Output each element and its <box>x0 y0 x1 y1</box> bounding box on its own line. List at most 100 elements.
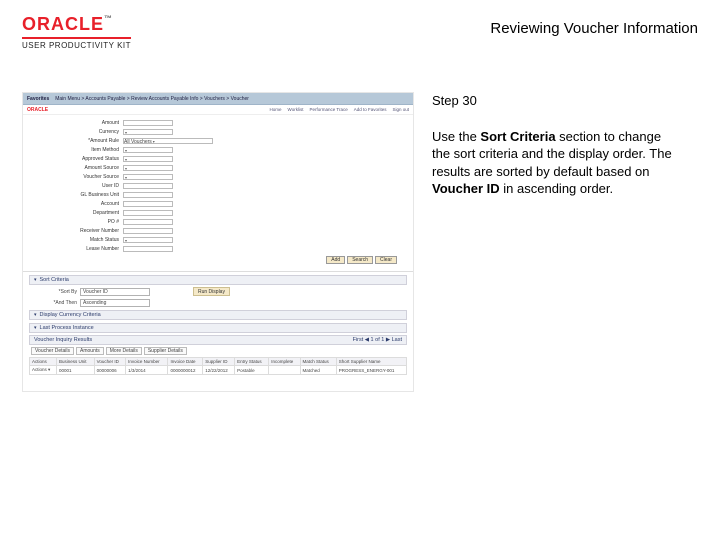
lbl-amount-rule: *Amount Rule <box>63 138 119 144</box>
lbl-currency: Currency <box>63 129 119 135</box>
search-form: Amount Currency *Amount Rule All Vouchers… <box>23 115 413 272</box>
cell-supplier-id: 12/22/2012 <box>203 366 235 375</box>
col-short-supplier[interactable]: Short Supplier Name <box>336 358 406 366</box>
nav-signout[interactable]: Sign out <box>392 107 409 112</box>
col-bu[interactable]: Business Unit <box>56 358 94 366</box>
cell-invoice-date: 0000000012 <box>168 366 203 375</box>
bold-sort-criteria: Sort Criteria <box>480 129 555 144</box>
col-actions[interactable]: Actions <box>30 358 57 366</box>
page-title: Reviewing Voucher Information <box>490 14 698 37</box>
gl-bu-input[interactable] <box>123 192 173 198</box>
approved-select[interactable] <box>123 156 173 162</box>
lbl-account: Account <box>63 201 119 207</box>
section-label: Sort Criteria <box>40 277 69 283</box>
tab-amounts[interactable]: Amounts <box>76 347 104 355</box>
clear-button[interactable]: Clear <box>375 256 397 264</box>
andthen-select[interactable]: Ascending <box>80 299 150 307</box>
nav-perf[interactable]: Performance Trace <box>309 107 347 112</box>
amount-source-select[interactable] <box>123 165 173 171</box>
table-row[interactable]: Actions ▾ 00001 00000006 1/3/2014 000000… <box>30 366 407 375</box>
nav-home[interactable]: Home <box>270 107 282 112</box>
section-display-currency[interactable]: Display Currency Criteria <box>29 310 407 320</box>
lbl-andthen: *And Then <box>37 300 77 306</box>
lbl-po: PO # <box>63 219 119 225</box>
currency-select[interactable] <box>123 129 173 135</box>
cell-short-supplier: PROGRESS_ENERGY-001 <box>336 366 406 375</box>
lbl-approved: Approved Status <box>63 156 119 162</box>
lbl-match: Match Status <box>63 237 119 243</box>
lbl-receiver: Receiver Number <box>63 228 119 234</box>
brand-subtitle: USER PRODUCTIVITY KIT <box>22 37 131 50</box>
amount-input[interactable] <box>123 120 173 126</box>
results-grid: Voucher Inquiry Results First ◀ 1 of 1 ▶… <box>29 335 407 375</box>
user-id-input[interactable] <box>123 183 173 189</box>
lease-input[interactable] <box>123 246 173 252</box>
bold-voucher-id: Voucher ID <box>432 181 500 196</box>
section-sort-criteria[interactable]: Sort Criteria <box>29 275 407 285</box>
table-header-row: Actions Business Unit Voucher ID Invoice… <box>30 358 407 366</box>
voucher-source-select[interactable] <box>123 174 173 180</box>
col-invoice-date[interactable]: Invoice Date <box>168 358 203 366</box>
nav-fav[interactable]: Add to Favorites <box>354 107 387 112</box>
search-button[interactable]: Search <box>347 256 373 264</box>
brand-tm: ™ <box>104 14 113 23</box>
cell-voucher-id: 00000006 <box>94 366 126 375</box>
lbl-item-method: Item Method <box>63 147 119 153</box>
sort-criteria-body: *Sort By Voucher ID Run Display *And The… <box>37 287 399 307</box>
tab-supplier-details[interactable]: Supplier Details <box>144 347 187 355</box>
lbl-voucher-source: Voucher Source <box>63 174 119 180</box>
col-incomplete[interactable]: Incomplete <box>269 358 300 366</box>
receiver-input[interactable] <box>123 228 173 234</box>
cell-bu: 00001 <box>56 366 94 375</box>
col-match-status[interactable]: Match Status <box>300 358 336 366</box>
lbl-lease: Lease Number <box>63 246 119 252</box>
chevron-down-icon <box>34 312 37 318</box>
cell-entry-status: Postable <box>235 366 269 375</box>
add-button[interactable]: Add <box>326 256 345 264</box>
cell-incomplete <box>269 366 300 375</box>
app-header: ORACLE Home Worklist Performance Trace A… <box>23 105 413 115</box>
tab-voucher-details[interactable]: Voucher Details <box>31 347 74 355</box>
breadcrumb-fav[interactable]: Favorites <box>27 96 49 102</box>
section-last-process[interactable]: Last Process Instance <box>29 323 407 333</box>
lbl-gl-bu: GL Business Unit <box>63 192 119 198</box>
match-status-select[interactable] <box>123 237 173 243</box>
breadcrumb-path[interactable]: Main Menu > Accounts Payable > Review Ac… <box>55 96 249 102</box>
lbl-dept: Department <box>63 210 119 216</box>
breadcrumb-bar: Favorites Main Menu > Accounts Payable >… <box>23 93 413 105</box>
grid-title: Voucher Inquiry Results <box>34 337 92 343</box>
chevron-down-icon <box>34 325 37 331</box>
step-label: Step 30 <box>432 92 682 110</box>
results-table: Actions Business Unit Voucher ID Invoice… <box>29 357 407 375</box>
col-invoice-no[interactable]: Invoice Number <box>126 358 168 366</box>
section-label: Display Currency Criteria <box>40 312 101 318</box>
department-input[interactable] <box>123 210 173 216</box>
col-entry-status[interactable]: Entry Status <box>235 358 269 366</box>
section-label: Last Process Instance <box>40 325 94 331</box>
instruction-text: Use the Sort Criteria section to change … <box>432 128 682 198</box>
oracle-brand: ORACLE™ USER PRODUCTIVITY KIT <box>22 14 131 50</box>
account-input[interactable] <box>123 201 173 207</box>
col-supplier-id[interactable]: Supplier ID <box>203 358 235 366</box>
lbl-amount-source: Amount Source <box>63 165 119 171</box>
tab-more-details[interactable]: More Details <box>106 347 142 355</box>
app-nav: Home Worklist Performance Trace Add to F… <box>270 107 409 112</box>
item-method-select[interactable] <box>123 147 173 153</box>
lbl-user-id: User ID <box>63 183 119 189</box>
app-logo: ORACLE <box>27 107 48 113</box>
sortby-select[interactable]: Voucher ID <box>80 288 150 296</box>
app-screenshot: Favorites Main Menu > Accounts Payable >… <box>22 92 414 392</box>
run-display-button[interactable]: Run Display <box>193 287 230 296</box>
cell-invoice-no: 1/3/2014 <box>126 366 168 375</box>
col-voucher-id[interactable]: Voucher ID <box>94 358 126 366</box>
po-input[interactable] <box>123 219 173 225</box>
grid-pager[interactable]: First ◀ 1 of 1 ▶ Last <box>353 337 402 343</box>
nav-worklist[interactable]: Worklist <box>288 107 304 112</box>
lbl-sortby: *Sort By <box>37 289 77 295</box>
chevron-down-icon <box>34 277 37 283</box>
amount-rule-select[interactable]: All Vouchers <box>123 138 213 144</box>
grid-tabs: Voucher Details Amounts More Details Sup… <box>31 347 407 355</box>
cell-actions[interactable]: Actions ▾ <box>30 366 57 375</box>
brand-word: ORACLE <box>22 14 104 34</box>
lbl-amount: Amount <box>63 120 119 126</box>
